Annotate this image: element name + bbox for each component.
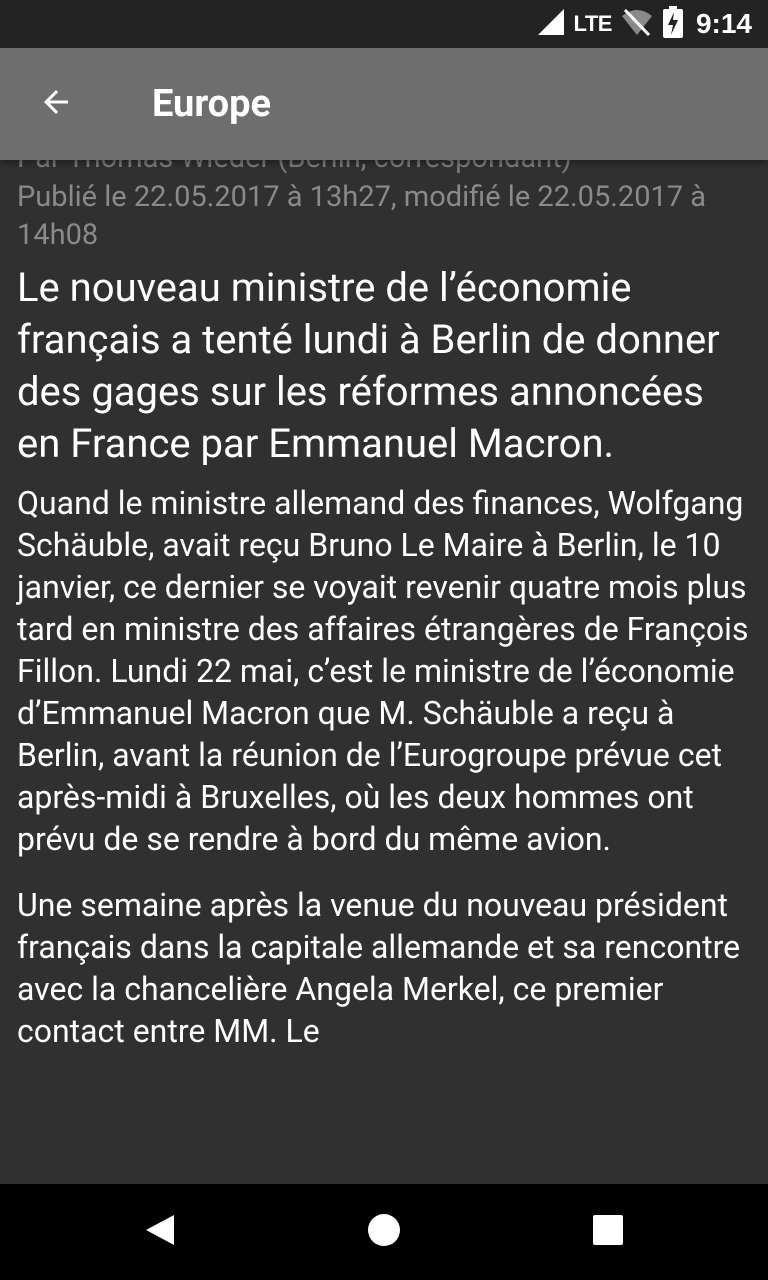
nav-home-button[interactable] — [324, 1184, 444, 1280]
system-nav-bar — [0, 1184, 768, 1280]
nav-recents-button[interactable] — [548, 1184, 668, 1280]
back-button[interactable] — [20, 68, 92, 140]
network-type-label: LTE — [573, 11, 613, 36]
home-circle-icon — [367, 1213, 401, 1251]
battery-charging-icon — [662, 6, 684, 42]
article-date: Publié le 22.05.2017 à 13h27, modifié le… — [17, 180, 707, 252]
status-icons: LTE 9:14 — [536, 0, 752, 48]
article-screen: LTE 9:14 Europe Publié le 22.05.2017 à 1… — [0, 0, 768, 1280]
article-paragraph: Une semaine après la venue du nouveau pr… — [17, 886, 741, 1050]
back-triangle-icon — [144, 1213, 176, 1251]
article-body: Par Thomas Wieder (Berlin, correspondant… — [17, 160, 757, 1052]
wifi-off-icon — [620, 7, 654, 41]
page-title: Europe — [152, 82, 272, 126]
app-toolbar: Europe — [0, 48, 768, 160]
article-lead: Le nouveau ministre de l’économie frança… — [17, 264, 720, 467]
nav-back-button[interactable] — [100, 1184, 220, 1280]
status-bar: LTE 9:14 — [0, 0, 768, 48]
article-paragraph: Quand le ministre allemand des finances,… — [17, 484, 749, 858]
arrow-back-icon — [38, 84, 74, 124]
article-author: Par Thomas Wieder (Berlin, correspondant… — [17, 160, 757, 178]
recents-square-icon — [592, 1214, 624, 1250]
article-content[interactable]: Par Thomas Wieder (Berlin, correspondant… — [0, 160, 768, 1184]
clock: 9:14 — [695, 8, 752, 39]
cell-signal-icon — [536, 7, 566, 41]
